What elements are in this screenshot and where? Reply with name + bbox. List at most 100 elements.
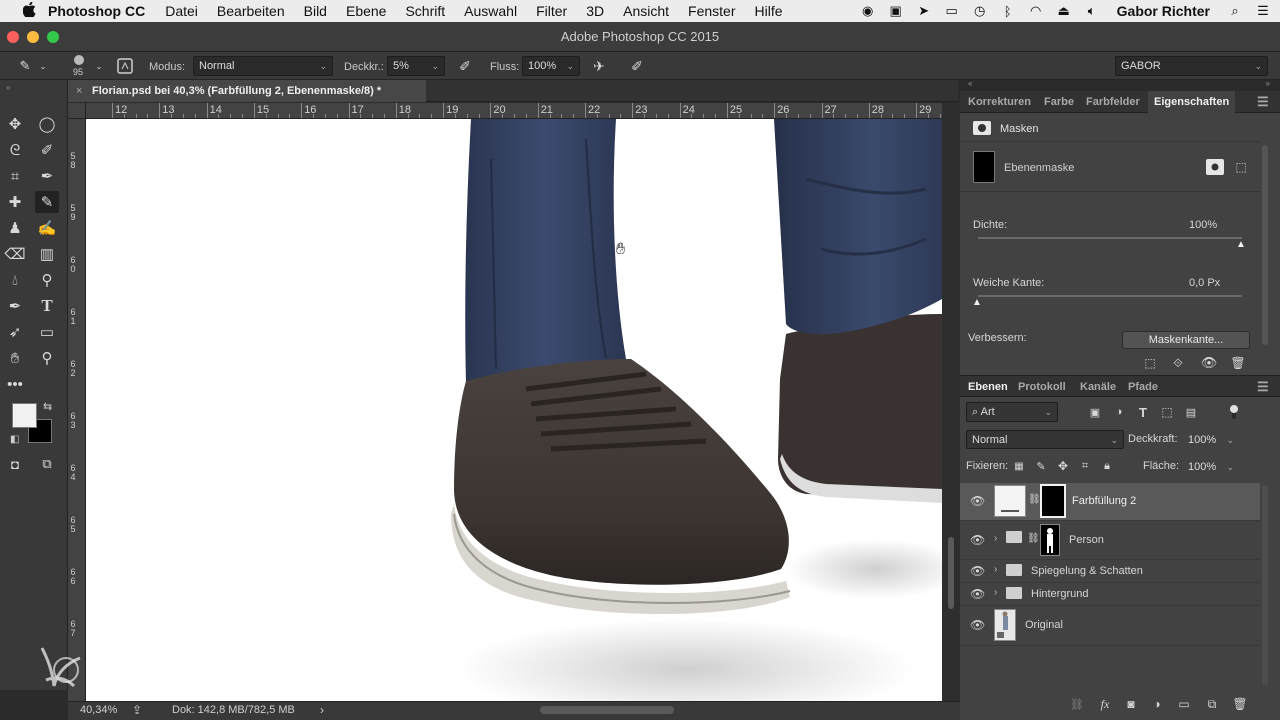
tab-kanaele[interactable]: Kanäle	[1080, 376, 1116, 398]
menu-auswahl[interactable]: Auswahl	[464, 3, 517, 19]
status-menu-arrow[interactable]: ›	[320, 703, 324, 717]
visibility-eye-icon[interactable]: 👁︎	[970, 587, 985, 601]
horizontal-scrollbar-thumb[interactable]	[540, 706, 674, 714]
document-canvas[interactable]: ✋︎	[86, 119, 942, 701]
foreground-color-swatch[interactable]	[12, 403, 37, 428]
zoom-window-button[interactable]	[47, 31, 59, 43]
expand-group-icon[interactable]: ›	[994, 533, 997, 544]
share-icon[interactable]: ⇪	[132, 703, 142, 717]
menu-bild[interactable]: Bild	[304, 3, 327, 19]
filter-pixel-layers-icon[interactable]: ▣	[1088, 404, 1102, 420]
layer-mask-thumbnail[interactable]	[1040, 484, 1066, 518]
new-layer-icon[interactable]: ⧉	[1203, 696, 1221, 712]
select-pixel-mask-button[interactable]	[1206, 159, 1224, 175]
fill-layer-thumbnail[interactable]	[994, 485, 1026, 517]
blend-mode-select[interactable]: Normal ⌄	[966, 430, 1124, 449]
layer-row-farbfuellung-2[interactable]: 👁︎ ⛓︎ Farbfüllung 2	[960, 483, 1260, 521]
gradient-tool-icon[interactable]: ▥	[35, 243, 59, 265]
brush-picker-chevron-icon[interactable]: ⌄	[92, 57, 106, 75]
close-window-button[interactable]	[7, 31, 19, 43]
bluetooth-icon[interactable]: ᛒ	[999, 4, 1017, 19]
canvas-vertical-scrollbar[interactable]	[942, 103, 960, 701]
filter-type-layers-icon[interactable]: T	[1136, 404, 1150, 420]
brush-tool-icon[interactable]: ✎	[35, 191, 59, 213]
vertical-ruler[interactable]: 58596061626364656667	[68, 119, 86, 701]
tab-korrekturen[interactable]: Korrekturen	[968, 91, 1031, 113]
collapse-toolbar-icon[interactable]: »	[6, 83, 10, 92]
panel-menu-icon[interactable]: ☰	[1257, 91, 1269, 113]
layer-row-hintergrund[interactable]: 👁︎ › Hintergrund	[960, 583, 1260, 606]
move-tool-icon[interactable]: ✥	[3, 113, 27, 135]
layer-name[interactable]: Hintergrund	[1031, 588, 1088, 600]
visibility-eye-icon[interactable]: 👁︎	[970, 564, 985, 578]
quick-mask-icon[interactable]: ◘	[3, 453, 27, 475]
pen-tool-icon[interactable]: ✒	[3, 295, 27, 317]
tab-eigenschaften[interactable]: Eigenschaften	[1148, 91, 1236, 113]
eraser-tool-icon[interactable]: ⌫	[3, 243, 27, 265]
document-tab[interactable]: × Florian.psd bei 40,3% (Farbfüllung 2, …	[68, 80, 426, 102]
delete-mask-icon[interactable]: 🗑︎	[1229, 354, 1247, 372]
link-layers-icon[interactable]: ⛓︎	[1068, 696, 1086, 712]
menu-datei[interactable]: Datei	[165, 3, 198, 19]
load-selection-from-mask-icon[interactable]: ⬚	[1141, 354, 1159, 372]
expand-panels-icon[interactable]: «	[968, 79, 972, 88]
feather-value[interactable]: 0,0 Px	[1189, 277, 1220, 289]
mask-link-icon[interactable]: ⛓︎	[1027, 533, 1040, 544]
menu-ebene[interactable]: Ebene	[346, 3, 386, 19]
lock-transparent-pixels-icon[interactable]: ▦	[1012, 458, 1026, 474]
minimize-window-button[interactable]	[27, 31, 39, 43]
add-vector-mask-button[interactable]: ⬚	[1232, 159, 1250, 175]
tab-pfade[interactable]: Pfade	[1128, 376, 1158, 398]
visibility-eye-icon[interactable]: 👁︎	[970, 533, 985, 547]
density-value[interactable]: 100%	[1189, 219, 1217, 231]
wifi-icon[interactable]: ◠	[1027, 3, 1045, 18]
layers-scrollbar[interactable]	[1262, 485, 1268, 685]
spotlight-search-icon[interactable]: ⌕	[1226, 3, 1244, 18]
default-colors-icon[interactable]: ◧	[10, 434, 19, 445]
horizontal-ruler[interactable]: 12 13 14 15 16 17 18 19 20 21 22 23 24 25 26 27 28 29	[86, 103, 942, 119]
layer-row-spiegelung-schatten[interactable]: 👁︎ › Spiegelung & Schatten	[960, 560, 1260, 583]
add-layer-mask-icon[interactable]: ◙	[1122, 696, 1140, 712]
tab-farbfelder[interactable]: Farbfelder	[1086, 91, 1140, 113]
tool-preset-chevron-icon[interactable]: ⌄	[38, 56, 48, 76]
density-slider-track[interactable]	[978, 237, 1242, 239]
group-mask-thumbnail[interactable]	[1040, 524, 1060, 556]
menu-hilfe[interactable]: Hilfe	[755, 3, 783, 19]
pressure-size-icon[interactable]: ✐	[626, 56, 648, 76]
quick-selection-tool-icon[interactable]: ✐	[35, 139, 59, 161]
density-slider-thumb[interactable]: ▲	[1236, 239, 1246, 250]
forward-icon[interactable]: ➤	[915, 3, 933, 18]
zoom-level[interactable]: 40,34%	[80, 704, 117, 716]
lock-all-icon[interactable]: 🔒︎	[1100, 458, 1114, 474]
filter-toggle-switch[interactable]	[1228, 403, 1240, 421]
screen-capture-icon[interactable]: ▣	[887, 3, 905, 18]
toggle-mask-visibility-icon[interactable]: 👁︎	[1200, 354, 1218, 372]
mask-link-icon[interactable]: ⛓︎	[1028, 494, 1041, 505]
zoom-tool-icon[interactable]: ⚲	[35, 347, 59, 369]
expand-group-icon[interactable]: ›	[994, 587, 997, 598]
layer-name[interactable]: Farbfüllung 2	[1072, 495, 1136, 507]
hand-tool-icon[interactable]: ✋︎	[3, 347, 27, 369]
menu-3d[interactable]: 3D	[586, 3, 604, 19]
crop-tool-icon[interactable]: ⌗	[3, 165, 27, 187]
type-tool-icon[interactable]: T	[35, 295, 59, 317]
filter-smart-objects-icon[interactable]: ▤	[1184, 404, 1198, 420]
notification-center-icon[interactable]: ☰	[1254, 3, 1272, 18]
swap-colors-icon[interactable]: ⇆	[43, 400, 52, 413]
path-selection-tool-icon[interactable]: ➶	[3, 321, 27, 343]
brush-tool-icon[interactable]: ✎	[14, 56, 36, 76]
ruler-origin[interactable]	[68, 103, 86, 119]
user-name[interactable]: Gabor Richter	[1117, 3, 1210, 19]
layer-name[interactable]: Spiegelung & Schatten	[1031, 565, 1143, 577]
more-tools-icon[interactable]: •••	[3, 373, 27, 395]
panel-menu-icon[interactable]: ☰	[1257, 376, 1269, 398]
menu-schrift[interactable]: Schrift	[405, 3, 445, 19]
refine-mask-edge-button[interactable]: Maskenkante...	[1122, 331, 1250, 349]
menu-filter[interactable]: Filter	[536, 3, 567, 19]
feather-slider-track[interactable]	[978, 295, 1242, 297]
rectangle-tool-icon[interactable]: ▭	[35, 321, 59, 343]
lasso-tool-icon[interactable]: ᘓ	[3, 139, 27, 161]
lock-image-pixels-icon[interactable]: ✎	[1034, 458, 1048, 474]
layer-style-fx-icon[interactable]: fx	[1096, 696, 1114, 712]
volume-icon[interactable]: 🔈︎	[1083, 3, 1101, 18]
